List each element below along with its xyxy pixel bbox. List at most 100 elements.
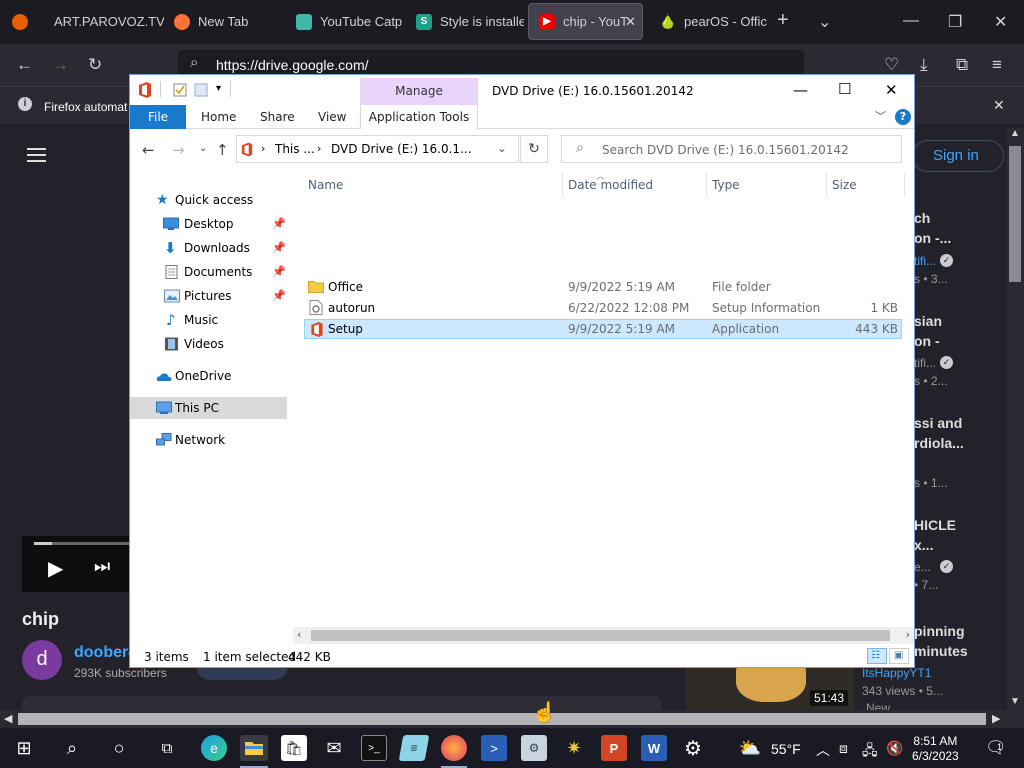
quick-access-dropdown-icon[interactable]: ▾ <box>216 83 221 94</box>
column-header-date[interactable]: Date modified <box>568 178 653 192</box>
tab-file[interactable]: File <box>130 105 186 129</box>
notification-center-icon[interactable]: 🗨 <box>985 738 1007 758</box>
pin-icon[interactable]: 📌 <box>272 289 286 302</box>
control-panel-icon[interactable]: ⚙ <box>521 735 547 761</box>
browser-tab[interactable]: 🍐 pearOS - Offic <box>650 3 770 40</box>
address-dropdown-icon[interactable]: ⌄ <box>497 141 507 155</box>
close-notification-icon[interactable]: ✕ <box>993 97 1005 114</box>
file-explorer-taskbar-icon[interactable] <box>240 735 268 761</box>
play-icon[interactable]: ▶ <box>48 556 63 581</box>
forward-arrow-icon[interactable]: → <box>52 55 69 75</box>
network-tray-icon[interactable]: 🖧 <box>862 740 878 764</box>
reload-icon[interactable]: ↻ <box>88 55 102 75</box>
table-row[interactable]: Office 9/9/2022 5:19 AM File folder <box>304 277 902 297</box>
pin-icon[interactable]: 📌 <box>272 265 286 278</box>
scroll-right-arrow-icon[interactable]: ▶ <box>992 712 1000 725</box>
browser-minimize-icon[interactable]: — <box>903 12 919 30</box>
page-horizontal-scroll-thumb[interactable] <box>18 713 986 725</box>
tab-list-chevron-icon[interactable]: ⌄ <box>818 12 831 32</box>
explorer-title-bar[interactable]: ▾ Manage DVD Drive (E:) 16.0.15601.20142… <box>130 75 914 105</box>
video-player[interactable]: ▶ ⏭ <box>22 536 130 592</box>
forward-arrow-icon[interactable]: → <box>172 141 185 159</box>
column-header-size[interactable]: Size <box>832 178 857 192</box>
settings-gear-icon[interactable]: ⚙ <box>680 735 706 761</box>
search-icon[interactable]: ⌕ <box>59 735 85 761</box>
channel-avatar[interactable]: d <box>22 640 62 680</box>
weather-temperature[interactable]: 55°F <box>771 741 801 757</box>
nav-item-network[interactable]: Network <box>130 429 287 451</box>
pin-icon[interactable]: 📌 <box>272 241 286 254</box>
large-icons-view-button[interactable]: ▣ <box>889 648 909 664</box>
nav-item-videos[interactable]: Videos <box>130 333 287 355</box>
pin-icon[interactable]: 📌 <box>272 217 286 230</box>
recent-locations-chevron-icon[interactable]: ⌄ <box>199 143 207 154</box>
notepad-icon[interactable]: ≡ <box>398 735 430 761</box>
maximize-icon[interactable]: ☐ <box>838 80 851 98</box>
next-icon[interactable]: ⏭ <box>94 556 110 577</box>
properties-icon[interactable] <box>173 83 187 97</box>
nav-item-downloads[interactable]: ⬇ Downloads 📌 <box>130 237 287 259</box>
nav-item-this-pc[interactable]: This PC <box>130 397 287 419</box>
page-vertical-scroll-thumb[interactable] <box>1009 146 1021 282</box>
related-video-title[interactable]: HICLE <box>914 517 956 533</box>
nav-item-music[interactable]: ♪ Music <box>130 309 287 331</box>
nav-item-onedrive[interactable]: OneDrive <box>130 365 287 387</box>
manage-context-tab[interactable]: Manage <box>360 78 478 105</box>
browser-tab[interactable]: S Style is installe <box>406 3 524 40</box>
browser-tab-active[interactable]: ▶ chip - YouT ✕ <box>528 3 643 40</box>
scroll-up-arrow-icon[interactable]: ▲ <box>1010 128 1020 139</box>
browser-tab[interactable]: YouTube Catp <box>286 3 404 40</box>
related-video-title[interactable]: sian <box>914 313 942 329</box>
powerpoint-icon[interactable]: P <box>601 735 627 761</box>
sign-in-button[interactable]: Sign in <box>912 140 1004 172</box>
back-arrow-icon[interactable]: ← <box>16 55 33 75</box>
scroll-down-arrow-icon[interactable]: ▼ <box>1010 696 1020 707</box>
tab-application-tools[interactable]: Application Tools <box>360 105 478 129</box>
volume-muted-icon[interactable]: 🔇 <box>886 740 903 757</box>
description-box[interactable] <box>22 696 662 710</box>
browser-restore-icon[interactable]: ❐ <box>948 12 962 32</box>
details-view-button[interactable]: ☷ <box>867 648 887 664</box>
breadcrumb-drive[interactable]: DVD Drive (E:) 16.0.1... <box>331 142 472 156</box>
meet-now-icon[interactable]: ⧈ <box>839 740 848 757</box>
refresh-button[interactable]: ↻ <box>520 135 548 163</box>
browser-close-icon[interactable]: ✕ <box>994 12 1007 32</box>
back-arrow-icon[interactable]: ← <box>142 141 155 159</box>
firefox-taskbar-icon[interactable] <box>441 735 467 761</box>
nav-item-quick-access[interactable]: ★ Quick access <box>130 189 287 211</box>
column-header-type[interactable]: Type <box>712 178 740 192</box>
mail-icon[interactable]: ✉ <box>321 735 347 761</box>
tab-view[interactable]: View <box>318 110 346 124</box>
edge-browser-icon[interactable]: e <box>201 735 227 761</box>
nav-item-documents[interactable]: Documents 📌 <box>130 261 287 283</box>
tab-home[interactable]: Home <box>201 110 236 124</box>
terminal-icon[interactable]: >_ <box>361 735 387 761</box>
column-divider[interactable] <box>826 173 827 197</box>
weather-cloud-icon[interactable]: ⛅ <box>737 735 763 761</box>
search-input[interactable]: ⌕ Search DVD Drive (E:) 16.0.15601.20142 <box>561 135 902 163</box>
scroll-left-arrow-icon[interactable]: ◀ <box>4 712 12 725</box>
progress-bar[interactable] <box>34 542 130 545</box>
scroll-left-icon[interactable]: ‹ <box>297 628 301 641</box>
cortana-icon[interactable]: ○ <box>106 735 132 761</box>
scroll-thumb[interactable] <box>311 630 890 641</box>
microsoft-store-icon[interactable]: 🛍 <box>281 735 307 761</box>
related-video-title[interactable]: minutes <box>914 643 968 659</box>
related-video-title[interactable]: ch <box>914 210 930 226</box>
horizontal-scrollbar[interactable]: ‹ › <box>293 627 914 644</box>
minimize-icon[interactable]: — <box>793 81 808 99</box>
bug-tool-icon[interactable]: ✷ <box>561 735 587 761</box>
related-video-title[interactable]: on - <box>914 333 940 349</box>
word-icon[interactable]: W <box>641 735 667 761</box>
task-view-icon[interactable]: ⧉ <box>154 735 180 761</box>
tray-chevron-icon[interactable]: ︿ <box>816 740 830 760</box>
firefox-menu-tab[interactable] <box>6 3 30 40</box>
windows-start-icon[interactable]: ⊞ <box>11 735 37 761</box>
app-menu-icon[interactable]: ≡ <box>992 55 1002 75</box>
address-box[interactable]: › This ... › DVD Drive (E:) 16.0.1... ⌄ <box>236 135 519 163</box>
column-divider[interactable] <box>562 173 563 197</box>
close-tab-icon[interactable]: ✕ <box>625 14 636 30</box>
nav-item-pictures[interactable]: Pictures 📌 <box>130 285 287 307</box>
tab-share[interactable]: Share <box>260 110 295 124</box>
hamburger-menu-icon[interactable] <box>27 148 46 162</box>
